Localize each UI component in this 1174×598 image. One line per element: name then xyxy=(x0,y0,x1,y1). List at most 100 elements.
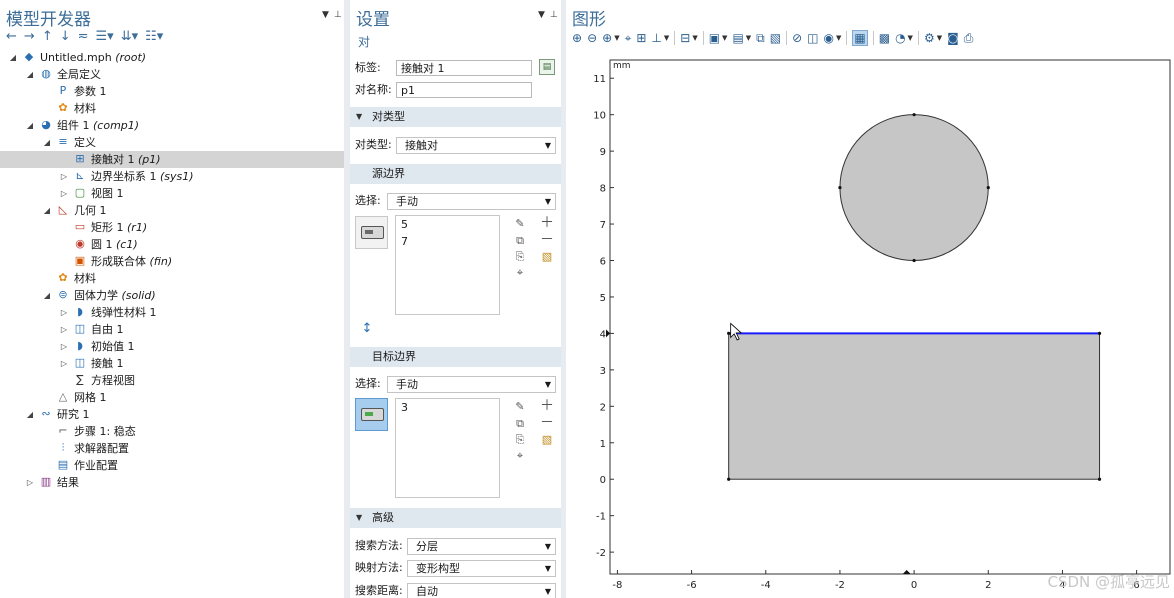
create-selection-icon[interactable]: ▧ xyxy=(770,31,781,45)
collapse-toggle-icon[interactable]: ◢ xyxy=(42,287,52,304)
tree-node[interactable]: ▷ ◫ 自由 1 xyxy=(0,321,346,338)
boundary-list-item[interactable]: 7 xyxy=(396,233,499,250)
move-down-icon[interactable]: ↓ xyxy=(60,29,71,44)
forward-arrow-icon[interactable]: → xyxy=(24,29,35,44)
collapse-toggle-icon[interactable]: ◢ xyxy=(25,117,35,134)
select-box-icon[interactable]: ▣ xyxy=(709,31,720,45)
tree-node[interactable]: ◢ ◕ 组件 1 (comp1) xyxy=(0,117,346,134)
expand-toggle-icon[interactable]: ▷ xyxy=(59,304,69,321)
tree-node[interactable]: ◉ 圆 1 (c1) xyxy=(0,236,346,253)
add-to-selection-icon[interactable]: ＋ xyxy=(540,399,554,413)
tree-node[interactable]: ◢ ≡ 定义 xyxy=(0,134,346,151)
boundary-list-item[interactable]: 5 xyxy=(396,216,499,233)
tree-node[interactable]: ⌐ 步骤 1: 稳态 xyxy=(0,423,346,440)
remove-from-selection-icon[interactable]: － xyxy=(540,416,554,430)
camera-icon[interactable]: ◙ xyxy=(947,31,959,45)
create-selection-icon[interactable]: ▧ xyxy=(540,250,554,264)
expand-toggle-icon[interactable]: ▷ xyxy=(25,474,35,491)
expand-toggle-icon[interactable]: ▷ xyxy=(59,355,69,372)
show-icon[interactable]: ≂ xyxy=(78,29,89,44)
paste-selection-icon[interactable]: ⧉ xyxy=(756,31,765,46)
collapse-toggle-icon[interactable]: ◢ xyxy=(42,202,52,219)
show-grid-icon[interactable]: ▦ xyxy=(852,30,868,46)
source-boundary-list[interactable]: 57 xyxy=(395,215,500,315)
center-icon[interactable]: ⌖ xyxy=(625,31,632,46)
settings-pin-icon[interactable]: ⊥ xyxy=(550,10,558,20)
tree-node[interactable]: ▷ ◗ 线弹性材料 1 xyxy=(0,304,346,321)
search-method-select[interactable]: 分层 ▼ xyxy=(407,538,556,555)
boundary-list-item[interactable]: 3 xyxy=(396,399,499,416)
clear-selection-icon[interactable]: ⎘ xyxy=(513,250,527,264)
copy-selection-icon[interactable]: ⧉ xyxy=(513,417,527,431)
tree-node[interactable]: ▭ 矩形 1 (r1) xyxy=(0,219,346,236)
settings-menu-icon[interactable]: ▼ xyxy=(538,10,545,20)
hide-icon[interactable]: ⊘ xyxy=(792,31,802,45)
tree-node[interactable]: ▷ ▥ 结果 xyxy=(0,474,346,491)
destination-selection-select[interactable]: 手动 ▼ xyxy=(387,376,556,393)
expand-toggle-icon[interactable]: ▷ xyxy=(59,168,69,185)
tree-node[interactable]: ▣ 形成联合体 (fin) xyxy=(0,253,346,270)
print-icon[interactable]: ⎙ xyxy=(964,31,974,46)
tree-node[interactable]: ▷ ◫ 接触 1 xyxy=(0,355,346,372)
remove-from-selection-icon[interactable]: － xyxy=(540,233,554,247)
scene-light-icon[interactable]: ▩ xyxy=(879,31,890,45)
tree-node[interactable]: ◢ ◍ 全局定义 xyxy=(0,66,346,83)
source-selection-select[interactable]: 手动 ▼ xyxy=(387,193,556,210)
zoom-to-selection-icon[interactable]: ⌖ xyxy=(513,266,527,280)
source-boundary-section-header[interactable]: 源边界 xyxy=(350,164,562,184)
pair-name-field[interactable]: p1 xyxy=(396,82,532,98)
select-objects-icon[interactable]: ⊟ xyxy=(680,31,690,45)
mapping-method-select[interactable]: 变形构型 ▼ xyxy=(407,560,556,577)
zoom-out-icon[interactable]: ⊖ xyxy=(587,31,597,45)
collapse-toggle-icon[interactable]: ◢ xyxy=(42,134,52,151)
tree-node[interactable]: ◢ ⊜ 固体力学 (solid) xyxy=(0,287,346,304)
pair-type-select[interactable]: 接触对 ▼ xyxy=(396,137,556,154)
back-arrow-icon[interactable]: ← xyxy=(6,29,17,44)
axis-icon[interactable]: ⊥ xyxy=(651,31,661,45)
destination-active-toggle-button[interactable] xyxy=(355,398,388,431)
expand-toggle-icon[interactable]: ▷ xyxy=(59,338,69,355)
tree-options-icon[interactable]: ☷▾ xyxy=(145,29,163,44)
pin-icon[interactable]: ⊥ xyxy=(334,10,342,20)
tree-node[interactable]: ◢ ◆ Untitled.mph (root) xyxy=(0,49,346,66)
tree-node[interactable]: ∑ 方程视图 xyxy=(0,372,346,389)
collapse-all-icon[interactable]: ☰▾ xyxy=(96,29,114,44)
label-edit-icon[interactable]: ▤ xyxy=(539,59,555,75)
tree-node[interactable]: ⊞ 接触对 1 (p1) xyxy=(0,151,346,168)
tree-node[interactable]: P 参数 1 xyxy=(0,83,346,100)
swap-source-destination-icon[interactable]: ↕ xyxy=(360,322,374,336)
zoom-box-icon[interactable]: ⊕ xyxy=(602,31,612,45)
pair-type-section-header[interactable]: ▼ 对类型 xyxy=(350,107,562,127)
destination-boundary-list[interactable]: 3 xyxy=(395,398,500,498)
zoom-in-icon[interactable]: ⊕ xyxy=(572,31,582,45)
collapse-toggle-icon[interactable]: ◢ xyxy=(8,49,18,66)
destination-boundary-section-header[interactable]: 目标边界 xyxy=(350,347,562,367)
expand-toggle-icon[interactable]: ▷ xyxy=(59,185,69,202)
collapse-toggle-icon[interactable]: ◢ xyxy=(25,406,35,423)
expand-toggle-icon[interactable]: ▷ xyxy=(59,321,69,338)
label-field[interactable]: 接触对 1 xyxy=(396,60,532,76)
tree-node[interactable]: ▤ 作业配置 xyxy=(0,457,346,474)
tree-node[interactable]: ✿ 材料 xyxy=(0,270,346,287)
zoom-to-selection-icon[interactable]: ⌖ xyxy=(513,449,527,463)
graphics-canvas[interactable]: mm11109876543210-1-2-8 -6 -4 -2 0 2 4 6 xyxy=(566,50,1174,598)
tree-node[interactable]: ▷ ⊾ 边界坐标系 1 (sys1) xyxy=(0,168,346,185)
tree-node[interactable]: ▷ ▢ 视图 1 xyxy=(0,185,346,202)
clear-selection-icon[interactable]: ⎘ xyxy=(513,433,527,447)
paste-selection-icon[interactable]: ✎ xyxy=(513,217,527,231)
zoom-extents-icon[interactable]: ⊞ xyxy=(636,31,646,45)
settings-gear-icon[interactable]: ⚙ xyxy=(924,31,935,45)
search-distance-select[interactable]: 自动 ▼ xyxy=(407,583,556,598)
copy-selection-icon[interactable]: ⧉ xyxy=(513,234,527,248)
tree-node[interactable]: ▷ ◗ 初始值 1 xyxy=(0,338,346,355)
transparency-icon[interactable]: ◫ xyxy=(807,31,818,45)
select-all-icon[interactable]: ▤ xyxy=(732,31,743,45)
source-active-toggle-button[interactable] xyxy=(355,216,388,249)
move-up-icon[interactable]: ↑ xyxy=(42,29,53,44)
create-selection-icon[interactable]: ▧ xyxy=(540,433,554,447)
tree-node[interactable]: ⫶ 求解器配置 xyxy=(0,440,346,457)
tree-node[interactable]: ✿ 材料 xyxy=(0,100,346,117)
color-palette-icon[interactable]: ◔ xyxy=(895,31,905,45)
view-icon[interactable]: ◉ xyxy=(824,31,834,45)
panel-menu-icon[interactable]: ▼ xyxy=(322,10,329,20)
